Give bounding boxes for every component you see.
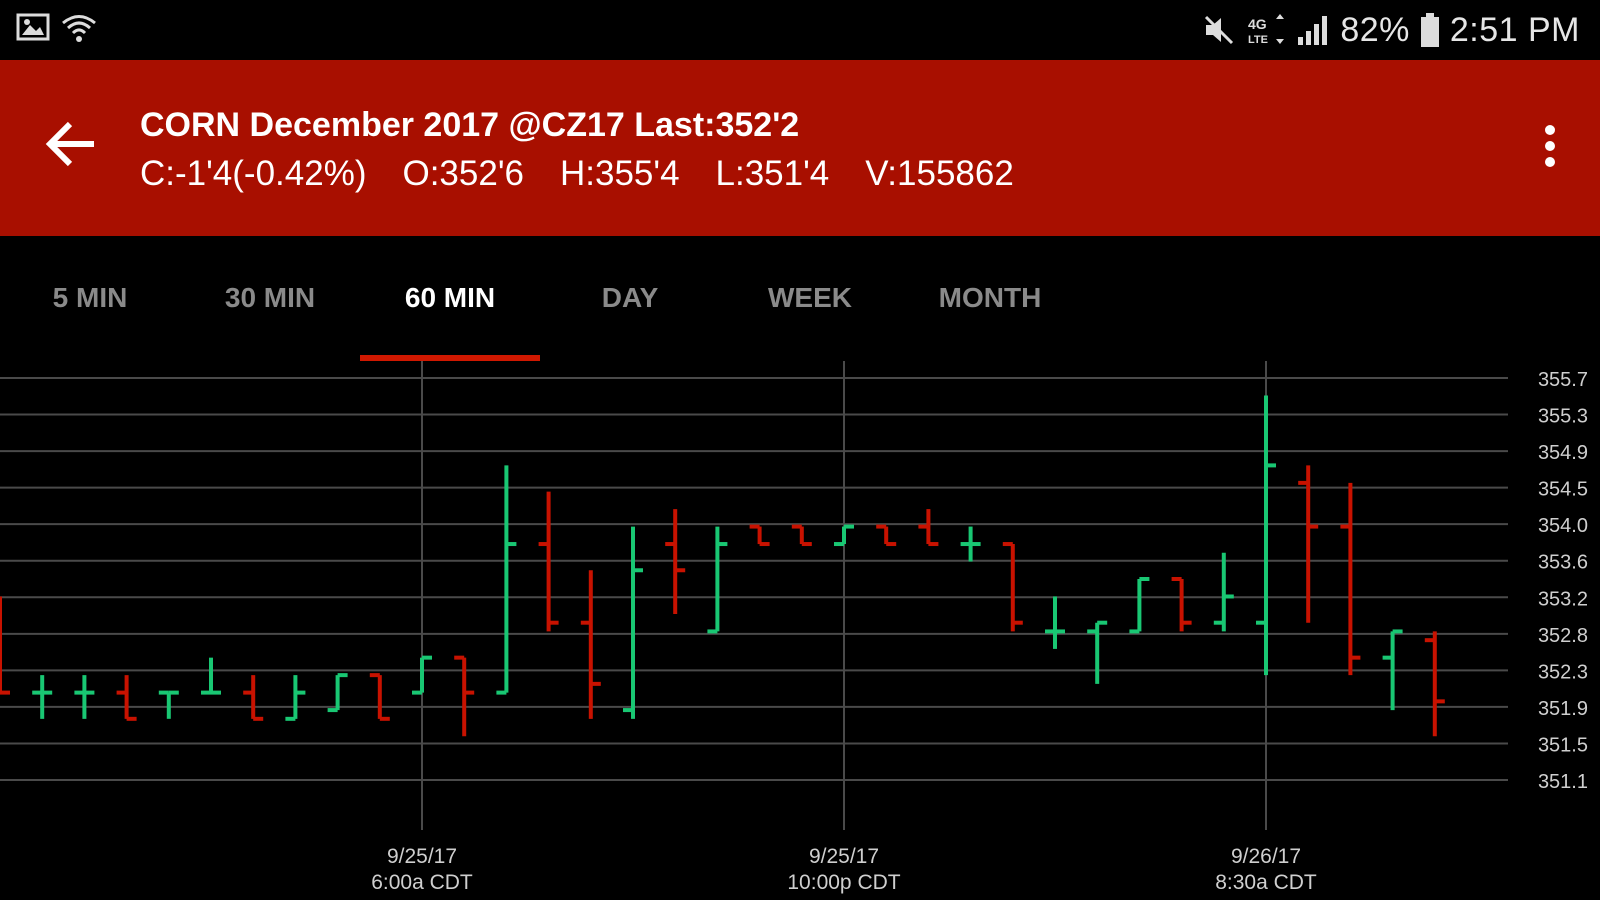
4g-lte-icon: 4G LTE [1248, 14, 1285, 46]
low-value: L:351'4 [715, 154, 830, 193]
ohlc-bar [158, 690, 179, 719]
ohlc-bar [32, 675, 53, 719]
y-tick-label: 353.6 [1538, 552, 1588, 574]
y-tick-label: 354.9 [1538, 442, 1588, 464]
ohlc-bar [1298, 465, 1319, 623]
ohlc-bar [1087, 620, 1108, 684]
ohlc-bar [285, 675, 306, 721]
overflow-menu-icon[interactable] [1530, 122, 1570, 178]
wifi-icon [62, 15, 96, 42]
y-tick-label: 354.5 [1538, 479, 1588, 501]
y-tick-label: 351.5 [1538, 734, 1588, 756]
ohlc-bar [876, 524, 897, 547]
ohlc-bar [369, 673, 390, 721]
battery-percent: 82% [1340, 10, 1410, 49]
ohlc-bar [918, 509, 939, 547]
ohlc-bar [201, 657, 221, 695]
open-value: O:352'6 [402, 154, 524, 193]
ohlc-bar [707, 526, 728, 634]
app-bar: CORN December 2017 @CZ17 Last:352'2 C:-1… [0, 60, 1600, 236]
ohlc-bar [580, 570, 601, 719]
signal-icon [1298, 16, 1328, 45]
ohlc-bar [74, 675, 95, 719]
y-tick-label: 353.2 [1538, 588, 1588, 610]
ohlc-bar [1213, 552, 1234, 632]
ohlc-bar [834, 524, 854, 547]
ohlc-bar [116, 675, 137, 721]
y-tick-label: 355.3 [1538, 406, 1588, 428]
y-tick-label: 351.1 [1538, 771, 1588, 793]
ohlc-bar [1171, 577, 1192, 632]
tab-week[interactable]: WEEK [768, 282, 852, 322]
x-label-time: 10:00p CDT [787, 871, 900, 894]
timeframe-tabs: 5 MIN 30 MIN 60 MIN DAY WEEK MONTH [0, 236, 1600, 361]
clock: 2:51 PM [1449, 10, 1580, 49]
ohlc-bar [412, 655, 432, 695]
ohlc-bar [327, 673, 348, 713]
svg-text:LTE: LTE [1248, 34, 1268, 46]
tab-indicator [360, 355, 540, 361]
ohlc-bar [0, 596, 10, 695]
ohlc-bar [1424, 631, 1445, 737]
tab-30-min[interactable]: 30 MIN [225, 282, 315, 322]
high-value: H:355'4 [559, 154, 680, 193]
x-label-time: 8:30a CDT [1215, 871, 1317, 894]
x-label-date: 9/25/17 [387, 845, 457, 868]
tab-60-min[interactable]: 60 MIN [405, 282, 495, 322]
contract-title: CORN December 2017 @CZ17 Last:352'2 [140, 106, 800, 144]
y-tick-label: 352.3 [1538, 661, 1588, 683]
ohlc-bar [1002, 542, 1023, 632]
svg-text:4G: 4G [1248, 16, 1267, 32]
ohlc-bar [1340, 482, 1361, 676]
ohlc-bar [243, 675, 264, 721]
y-tick-label: 355.7 [1538, 369, 1588, 391]
arrow-back-icon[interactable] [40, 112, 104, 176]
ohlc-bar [623, 526, 643, 719]
ohlc-bar [1045, 596, 1065, 649]
change-value: C:-1'4(-0.42%) [140, 154, 367, 193]
tab-month[interactable]: MONTH [939, 282, 1042, 322]
status-bar: 4G LTE 82% 2:51 PM [0, 0, 1600, 60]
ohlc-bar [1129, 577, 1150, 634]
y-tick-label: 352.8 [1538, 625, 1588, 647]
y-tick-label: 354.0 [1538, 515, 1588, 537]
ohlc-bar [960, 526, 981, 562]
ohlc-bar [749, 524, 770, 547]
tab-day[interactable]: DAY [602, 282, 659, 322]
ohlc-bar [791, 524, 812, 547]
x-label-time: 6:00a CDT [371, 871, 473, 894]
x-label-date: 9/25/17 [809, 845, 879, 868]
volume-value: V:155862 [865, 154, 1014, 193]
ohlc-bar [496, 465, 517, 695]
battery-icon [1420, 13, 1439, 47]
quote-stats: C:-1'4(-0.42%) O:352'6 H:355'4 L:351'4 V… [140, 154, 1050, 194]
mute-icon [1205, 15, 1234, 45]
image-icon [16, 13, 50, 41]
tab-5-min[interactable]: 5 MIN [53, 282, 128, 322]
y-tick-label: 351.9 [1538, 698, 1588, 720]
x-label-date: 9/26/17 [1231, 845, 1301, 868]
